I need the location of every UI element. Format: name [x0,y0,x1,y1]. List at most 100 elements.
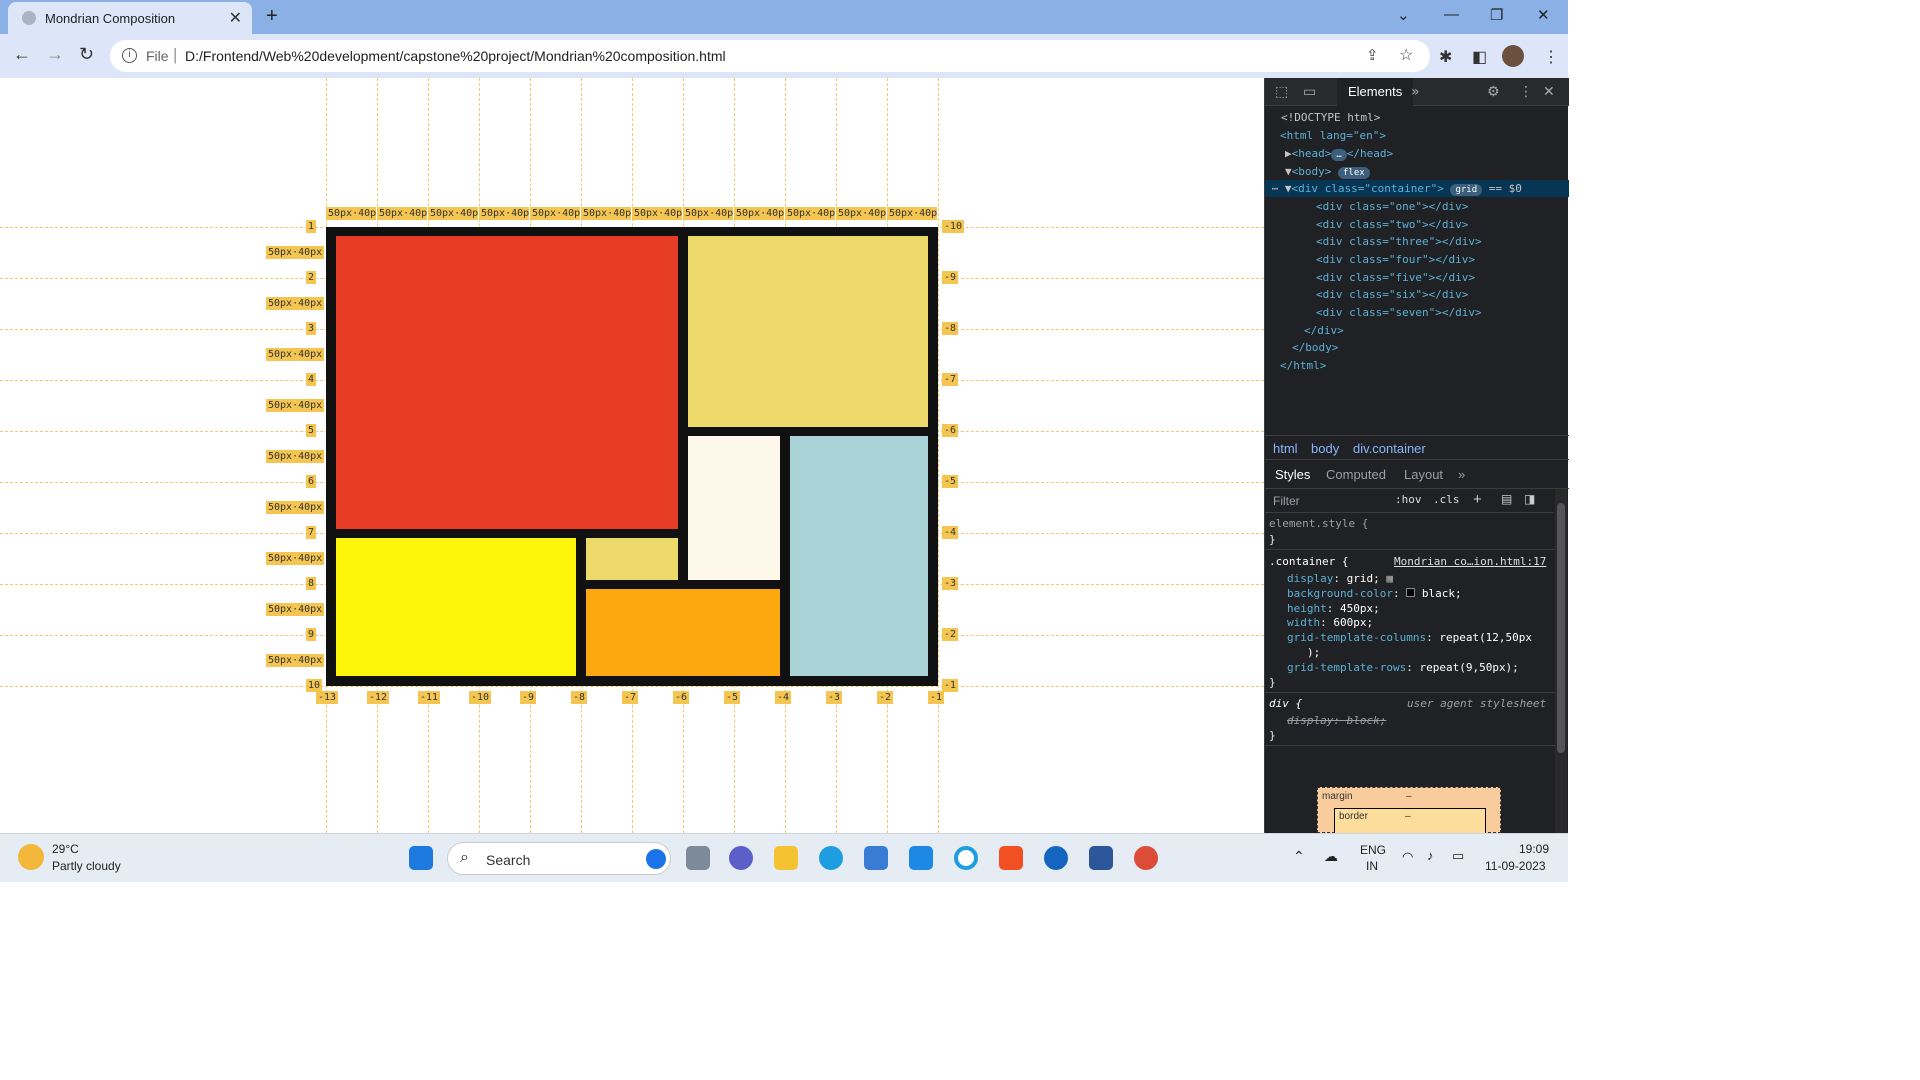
devtools-menu-icon[interactable]: ⋮ [1519,84,1533,100]
div-selector[interactable]: div { [1269,696,1302,711]
crumb-html[interactable]: html [1273,441,1298,456]
battery-icon[interactable]: ▭ [1452,848,1464,864]
prop-grid-template-columns[interactable]: grid-template-columns: repeat(12,50px [1287,630,1532,645]
onedrive-cloud-icon[interactable]: ☁ [1324,848,1338,865]
share-icon[interactable]: ⇪ [1366,46,1379,64]
url-text[interactable]: D:/Frontend/Web%20development/capstone%2… [185,48,726,64]
browser-tab[interactable]: Mondrian Composition ✕ [8,2,252,34]
dom-head[interactable]: ▶<head>… </head> [1285,145,1589,162]
extensions-icon[interactable]: ✱ [1439,47,1452,67]
column-track-size-label: 50px·40px [326,207,376,220]
tab-computed[interactable]: Computed [1326,467,1386,482]
cls-toggle[interactable]: .cls [1433,493,1460,506]
word-icon[interactable] [1089,846,1113,870]
tab-search-icon[interactable]: ⌄ [1397,6,1410,24]
devtools-close-icon[interactable]: ✕ [1543,84,1555,100]
language-code[interactable]: ENG [1360,843,1386,857]
firefox-icon[interactable] [1044,846,1068,870]
sidebar-toggle-icon[interactable]: ◨ [1524,492,1535,506]
scroll-thumb[interactable] [1557,503,1565,753]
l-app-icon[interactable] [909,846,933,870]
microsoft-store-icon[interactable] [864,846,888,870]
dom-div-six[interactable]: <div class="six"></div> [1316,286,1620,303]
more-tabs-icon[interactable]: » [1411,84,1420,100]
more-style-tabs-icon[interactable]: » [1458,467,1465,482]
forward-icon[interactable]: → [46,44,64,65]
prop-grid-template-rows[interactable]: grid-template-rows: repeat(9,50px); [1287,660,1519,675]
prop-background-color[interactable]: background-color: black; [1287,586,1462,601]
brave-icon[interactable] [999,846,1023,870]
tab-styles[interactable]: Styles [1275,467,1310,482]
dom-body-close[interactable]: </body> [1292,339,1596,356]
prop-display[interactable]: display: grid; ▦ [1287,571,1393,586]
chrome-icon[interactable] [1134,846,1158,870]
chevron-up-icon[interactable]: ⌃ [1293,848,1305,865]
dom-container-selected[interactable]: ⋯ ▼<div class="container"> grid == $0 [1265,180,1569,197]
volume-icon[interactable]: ♪ [1427,848,1434,863]
flex-badge[interactable]: flex [1338,167,1370,179]
paint-icon[interactable]: ▤ [1501,492,1512,506]
weather-description[interactable]: Partly cloudy [52,859,121,873]
clock-time[interactable]: 19:09 [1519,842,1549,856]
dom-div-five[interactable]: <div class="five"></div> [1316,269,1620,286]
bookmark-star-icon[interactable]: ☆ [1399,45,1413,65]
crumb-body[interactable]: body [1311,441,1339,456]
element-style-selector[interactable]: element.style { [1269,516,1368,531]
dom-html[interactable]: <html lang="en"> [1280,127,1584,144]
hov-toggle[interactable]: :hov [1395,493,1422,506]
grid-badge[interactable]: grid [1450,184,1483,196]
reload-icon[interactable]: ↻ [79,44,94,65]
add-rule-icon[interactable]: + [1473,491,1482,508]
maximize-icon[interactable]: ❐ [1490,6,1503,24]
settings-gear-icon[interactable]: ⚙ [1487,84,1500,100]
dom-div-three[interactable]: <div class="three"></div> [1316,233,1620,250]
bing-icon[interactable] [646,849,666,869]
mondrian-container[interactable] [326,227,938,686]
minimize-icon[interactable]: — [1444,6,1459,23]
profile-avatar[interactable] [1502,45,1524,67]
prop-height[interactable]: height: 450px; [1287,601,1380,616]
address-bar[interactable]: i File | D:/Frontend/Web%20development/c… [110,40,1430,72]
styles-scrollbar[interactable] [1555,489,1567,833]
dom-div-close[interactable]: </div> [1304,322,1608,339]
color-swatch[interactable] [1406,588,1416,597]
file-explorer-icon[interactable] [774,846,798,870]
weather-temperature[interactable]: 29°C [52,842,79,856]
prop-width[interactable]: width: 600px; [1287,615,1373,630]
dom-div-seven[interactable]: <div class="seven"></div> [1316,304,1620,321]
dom-div-two[interactable]: <div class="two"></div> [1316,216,1620,233]
side-panel-icon[interactable]: ◧ [1472,47,1487,67]
weather-partly-cloudy-icon[interactable] [18,844,44,870]
taskbar-search[interactable]: ⌕ Search [447,842,671,875]
dom-html-close[interactable]: </html> [1280,357,1584,374]
teams-chat-icon[interactable] [729,846,753,870]
crumb-div-container[interactable]: div.container [1353,441,1426,456]
inspect-element-icon[interactable]: ⬚ [1275,84,1288,100]
source-link[interactable]: Mondrian co…ion.html:17 [1394,554,1546,569]
task-view-icon[interactable] [686,846,710,870]
grid-editor-icon[interactable]: ▦ [1386,572,1393,585]
dom-div-one[interactable]: <div class="one"></div> [1316,198,1620,215]
filter-input[interactable]: Filter [1273,494,1300,508]
wifi-icon[interactable]: ◠ [1402,849,1413,865]
device-toolbar-icon[interactable]: ▭ [1303,84,1316,100]
dom-doctype[interactable]: <!DOCTYPE html> [1281,109,1585,126]
dom-div-four[interactable]: <div class="four"></div> [1316,251,1620,268]
cortana-icon[interactable] [954,846,978,870]
info-icon[interactable]: i [122,48,137,63]
head-collapsed-badge[interactable]: … [1331,149,1347,161]
new-tab-button[interactable]: + [266,5,278,28]
edge-icon[interactable] [819,846,843,870]
window-close-icon[interactable]: ✕ [1537,6,1550,24]
tab-elements[interactable]: Elements [1337,78,1414,106]
menu-icon[interactable]: ⋮ [1543,47,1559,67]
back-icon[interactable]: ← [13,44,31,65]
close-tab-icon[interactable]: ✕ [229,8,242,28]
clock-date[interactable]: 11-09-2023 [1485,859,1546,873]
column-track-size-label: 50px·40px [377,207,427,220]
container-selector[interactable]: .container { [1269,554,1348,569]
tab-layout[interactable]: Layout [1404,467,1443,482]
windows-start-icon[interactable] [409,846,433,870]
region-code[interactable]: IN [1366,859,1378,873]
dom-body[interactable]: ▼<body> flex [1285,163,1589,180]
